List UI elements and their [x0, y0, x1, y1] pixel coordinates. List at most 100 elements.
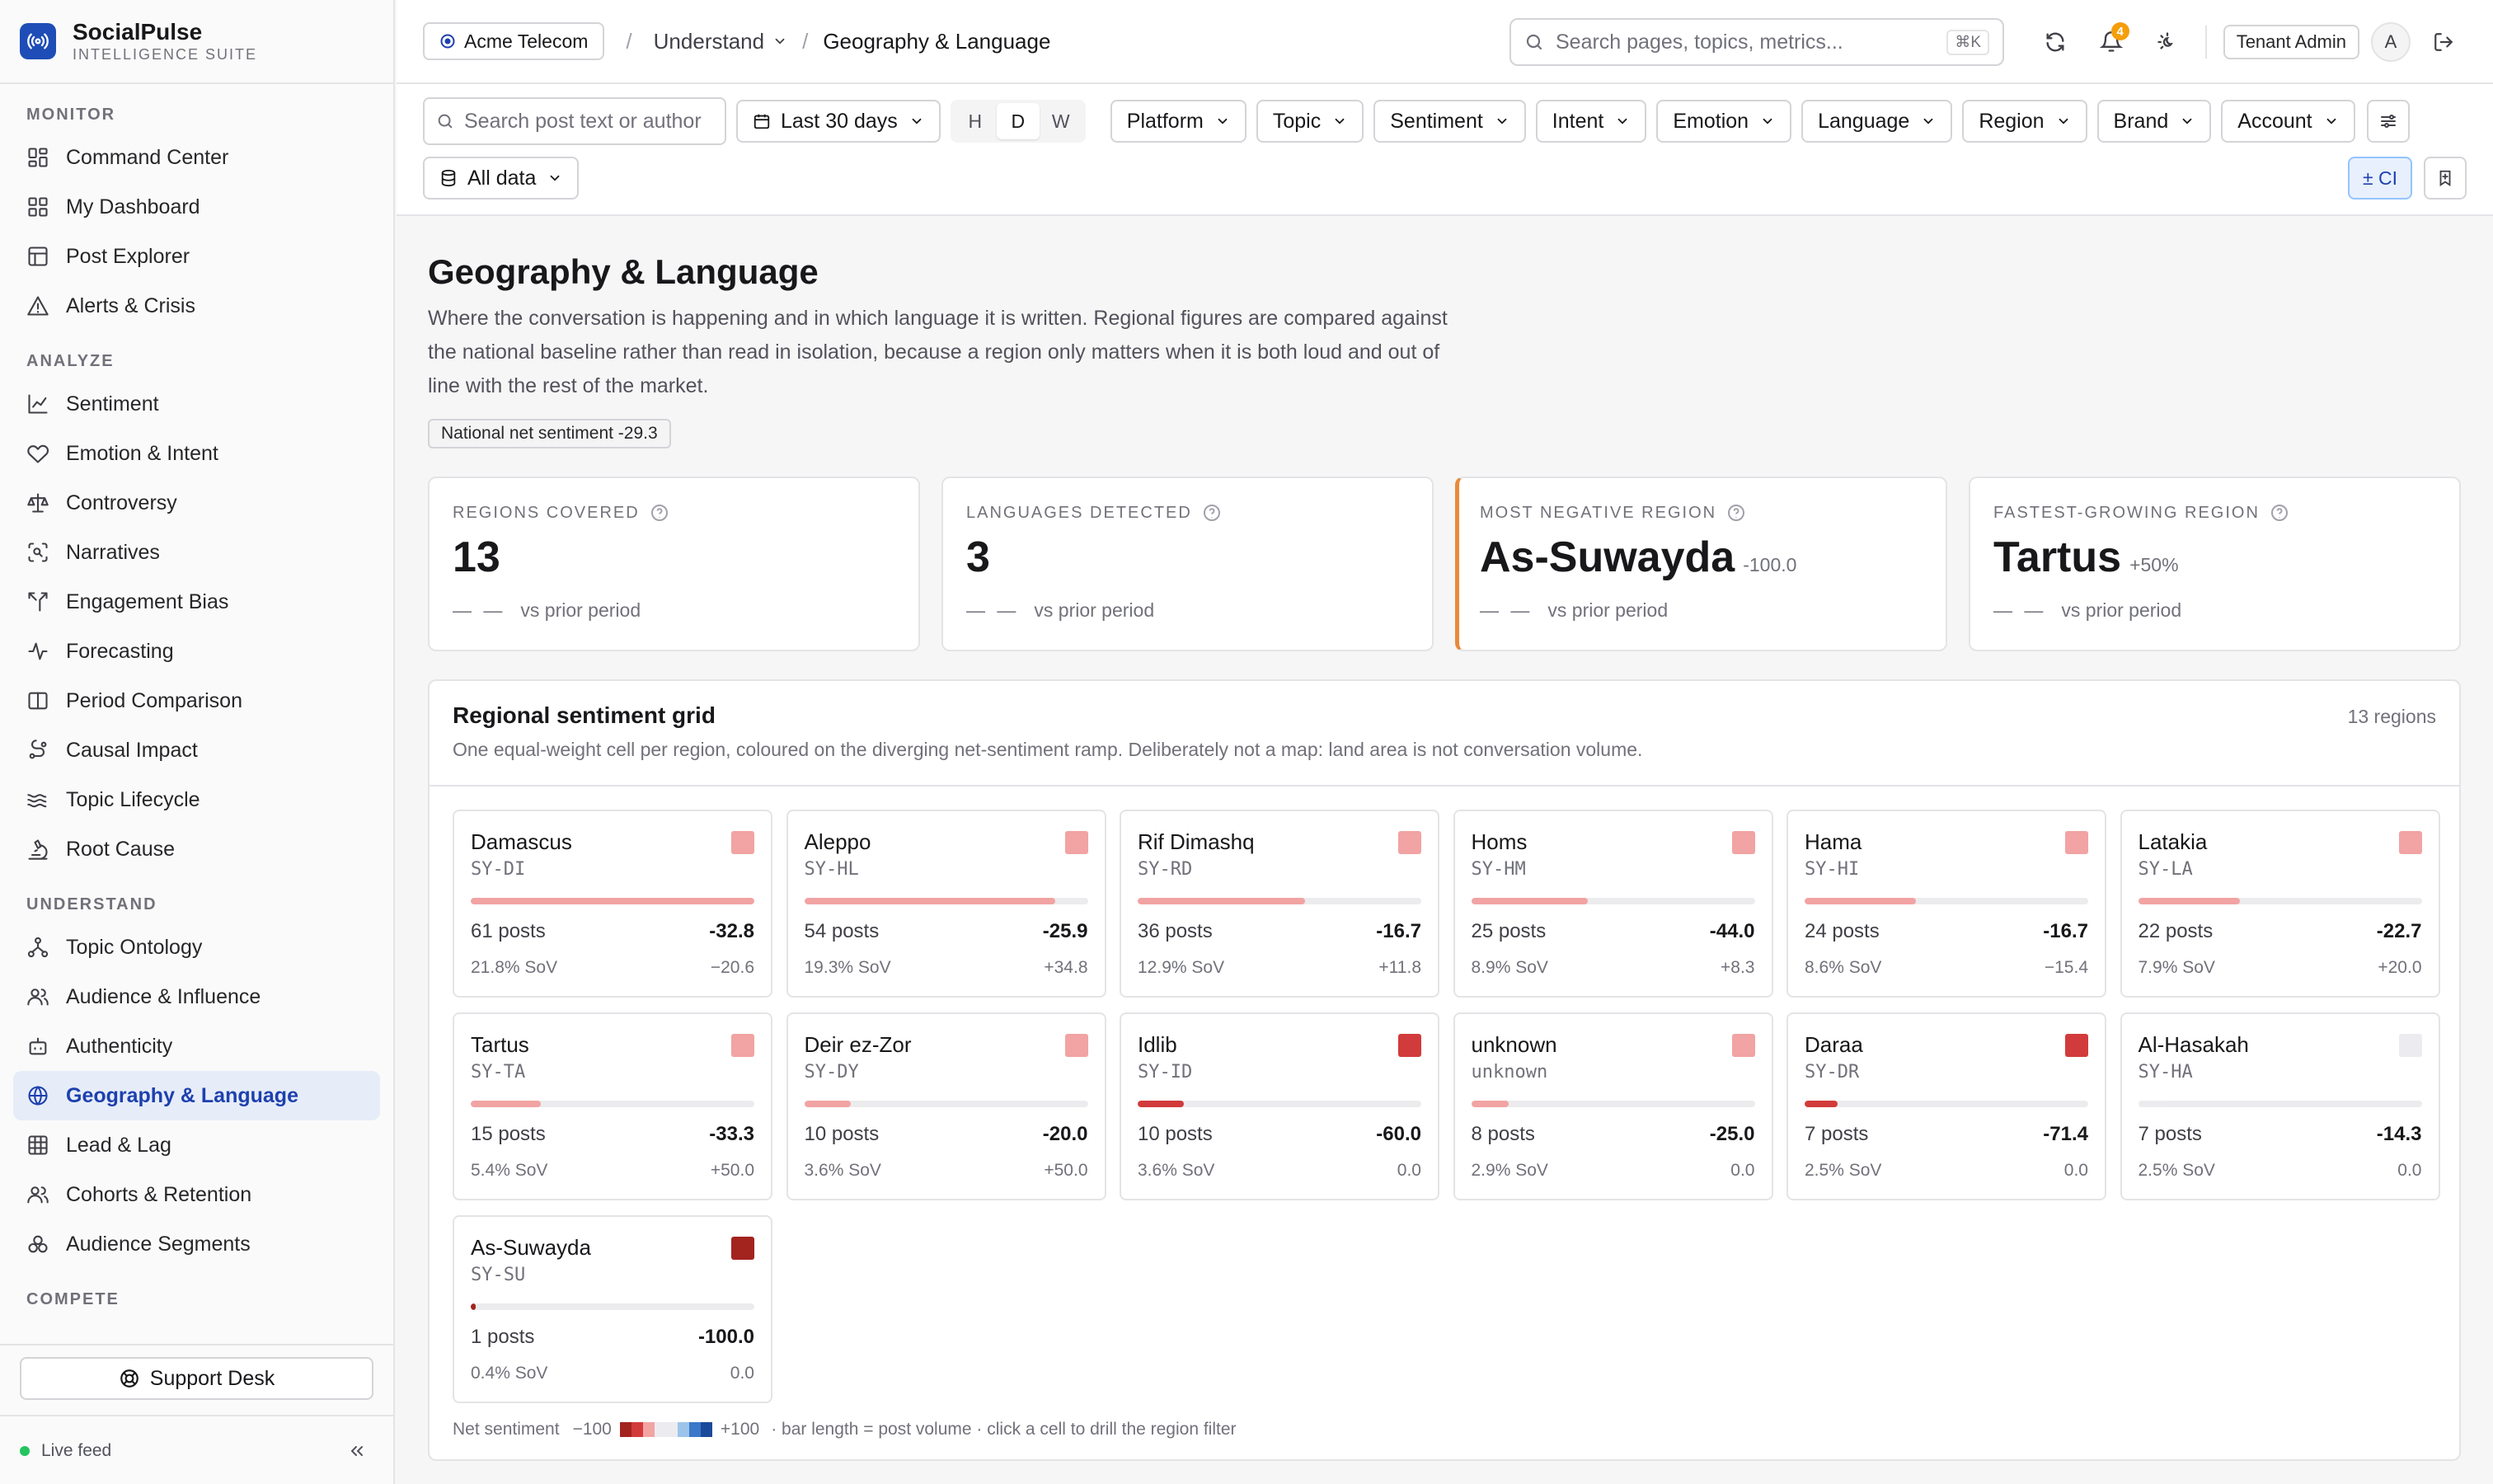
sidebar-item-period-comparison[interactable]: Period Comparison: [13, 676, 380, 726]
brand-filter-dropdown[interactable]: Brand: [2096, 100, 2212, 143]
region-cell[interactable]: Tartus SY-TA 15 posts -33.3 5.4% SoV +50.0: [453, 1012, 772, 1200]
filter-settings-button[interactable]: [2366, 100, 2410, 143]
region-name: Al-Hasakah: [2138, 1032, 2249, 1057]
sidebar-item-audience-influence[interactable]: Audience & Influence: [13, 972, 380, 1021]
sidebar-item-label: Cohorts & Retention: [66, 1182, 252, 1206]
refresh-button[interactable]: [2032, 19, 2078, 65]
scale-icon: [27, 493, 49, 513]
sidebar-item-narratives[interactable]: Narratives: [13, 528, 380, 577]
user-avatar[interactable]: A: [2371, 22, 2411, 62]
sidebar-item-command-center[interactable]: Command Center: [13, 133, 380, 182]
region-cell[interactable]: Homs SY-HM 25 posts -44.0 8.9% SoV +8.3: [1453, 810, 1773, 998]
collapse-sidebar-button[interactable]: [340, 1435, 373, 1468]
region-cell[interactable]: Hama SY-HI 24 posts -16.7 8.6% SoV −15.4: [1786, 810, 2106, 998]
dataset-selector[interactable]: All data: [423, 157, 580, 200]
legend-ramp-swatch: [688, 1422, 701, 1437]
sidebar-item-causal-impact[interactable]: Causal Impact: [13, 726, 380, 775]
date-range-picker[interactable]: Last 30 days: [736, 100, 941, 143]
region-cell[interactable]: unknown unknown 8 posts -25.0 2.9% SoV 0.0: [1453, 1012, 1773, 1200]
topic-filter-dropdown[interactable]: Topic: [1256, 100, 1364, 143]
volume-bar-fill: [2138, 898, 2241, 904]
sign-out-button[interactable]: [2420, 19, 2467, 65]
region-net-sentiment: -60.0: [1376, 1123, 1421, 1145]
region-cell[interactable]: As-Suwayda SY-SU 1 posts -100.0 0.4% SoV 0.0: [453, 1215, 772, 1403]
theme-toggle-button[interactable]: [2144, 19, 2190, 65]
sidebar-item-audience-segments[interactable]: Audience Segments: [13, 1219, 380, 1269]
notifications-button[interactable]: 4: [2088, 19, 2134, 65]
region-cell[interactable]: Al-Hasakah SY-HA 7 posts -14.3 2.5% SoV 0.0: [2120, 1012, 2440, 1200]
volume-bar-fill: [1805, 898, 1917, 904]
heart-icon: [27, 444, 49, 463]
granularity-option[interactable]: W: [1040, 103, 1082, 139]
region-filter-dropdown[interactable]: Region: [1962, 100, 2087, 143]
sidebar-item-controversy[interactable]: Controversy: [13, 478, 380, 528]
layout-grid-icon: [28, 148, 48, 167]
sidebar-item-engagement-bias[interactable]: Engagement Bias: [13, 577, 380, 627]
intent-filter-dropdown[interactable]: Intent: [1535, 100, 1647, 143]
region-cell[interactable]: Daraa SY-DR 7 posts -71.4 2.5% SoV 0.0: [1786, 1012, 2106, 1200]
region-cell[interactable]: Aleppo SY-HL 54 posts -25.9 19.3% SoV +34.8: [786, 810, 1106, 998]
post-search-input[interactable]: Search post text or author: [423, 97, 726, 145]
sidebar-item-lead-lag[interactable]: Lead & Lag: [13, 1120, 380, 1170]
region-delta-vs-baseline: +20.0: [2378, 958, 2422, 977]
bookmark-view-button[interactable]: [2424, 157, 2467, 200]
sun-moon-icon: [2157, 32, 2173, 49]
region-cell[interactable]: Damascus SY-DI 61 posts -32.8 21.8% SoV −20.6: [453, 810, 772, 998]
sidebar-item-authenticity[interactable]: Authenticity: [13, 1021, 380, 1071]
sidebar-item-cohorts-retention[interactable]: Cohorts & Retention: [13, 1170, 380, 1219]
sidebar-item-forecasting[interactable]: Forecasting: [13, 627, 380, 676]
region-name: As-Suwayda: [471, 1235, 591, 1260]
help-circle-icon[interactable]: [1726, 503, 1746, 523]
region-net-sentiment: -71.4: [2043, 1123, 2088, 1145]
sidebar-item-alerts-crisis[interactable]: Alerts & Crisis: [13, 281, 380, 331]
search-icon: [438, 114, 453, 129]
confidence-interval-toggle[interactable]: ± CI: [2347, 157, 2412, 200]
calendar-icon: [754, 114, 770, 129]
sidebar-item-label: Root Cause: [66, 837, 176, 861]
granularity-option[interactable]: H: [954, 103, 997, 139]
region-name: Tartus: [471, 1032, 529, 1057]
emotion-filter-dropdown[interactable]: Emotion: [1656, 100, 1792, 143]
help-circle-icon[interactable]: [2270, 503, 2289, 523]
sidebar-item-post-explorer[interactable]: Post Explorer: [13, 232, 380, 281]
sidebar-item-geography-language[interactable]: Geography & Language: [13, 1071, 380, 1120]
region-cell[interactable]: Idlib SY-ID 10 posts -60.0 3.6% SoV 0.0: [1120, 1012, 1439, 1200]
region-cell[interactable]: Latakia SY-LA 22 posts -22.7 7.9% SoV +20.0: [2120, 810, 2440, 998]
volume-bar-track: [1805, 1101, 2088, 1107]
legend-note: · bar length = post volume · click a cel…: [771, 1420, 1237, 1439]
filter-label: Intent: [1552, 109, 1604, 133]
region-share-of-voice: 2.5% SoV: [1805, 1161, 1882, 1180]
sidebar-item-topic-lifecycle[interactable]: Topic Lifecycle: [13, 775, 380, 824]
sidebar-item-root-cause[interactable]: Root Cause: [13, 824, 380, 874]
region-name: Rif Dimashq: [1138, 829, 1255, 854]
sidebar-item-my-dashboard[interactable]: My Dashboard: [13, 182, 380, 232]
region-cell[interactable]: Deir ez-Zor SY-DY 10 posts -20.0 3.6% SoV +50…: [786, 1012, 1106, 1200]
role-badge[interactable]: Tenant Admin: [2223, 25, 2359, 59]
tenant-switcher[interactable]: Acme Telecom: [423, 22, 605, 60]
region-name: Hama: [1805, 829, 1862, 854]
sidebar-item-label: Post Explorer: [66, 244, 190, 268]
global-search-input[interactable]: Search pages, topics, metrics... ⌘K: [1509, 18, 2004, 66]
kpi-trend-placeholder: — —: [966, 599, 1020, 621]
filter-label: Topic: [1272, 109, 1322, 133]
platform-filter-dropdown[interactable]: Platform: [1110, 100, 1246, 143]
region-code: SY-RD: [1138, 859, 1193, 880]
help-circle-icon[interactable]: [650, 503, 669, 523]
region-cell[interactable]: Rif Dimashq SY-RD 36 posts -16.7 12.9% SoV +1…: [1120, 810, 1439, 998]
sidebar-item-emotion-intent[interactable]: Emotion & Intent: [13, 429, 380, 478]
chevron-down-icon: [1497, 118, 1507, 124]
nav-section-title: MONITOR: [26, 106, 116, 124]
account-filter-dropdown[interactable]: Account: [2221, 100, 2355, 143]
volume-bar-fill: [471, 898, 754, 904]
granularity-option[interactable]: D: [996, 103, 1040, 139]
volume-bar-fill: [1471, 1101, 1509, 1107]
help-circle-icon[interactable]: [1202, 503, 1222, 523]
sentiment-filter-dropdown[interactable]: Sentiment: [1373, 100, 1526, 143]
breadcrumb-section[interactable]: Understand: [654, 29, 787, 54]
volume-bar-fill: [804, 1101, 851, 1107]
sidebar-item-sentiment[interactable]: Sentiment: [13, 379, 380, 429]
region-name: unknown: [1471, 1032, 1557, 1057]
language-filter-dropdown[interactable]: Language: [1801, 100, 1953, 143]
support-desk-button[interactable]: Support Desk: [20, 1357, 373, 1400]
sidebar-item-topic-ontology[interactable]: Topic Ontology: [13, 923, 380, 972]
